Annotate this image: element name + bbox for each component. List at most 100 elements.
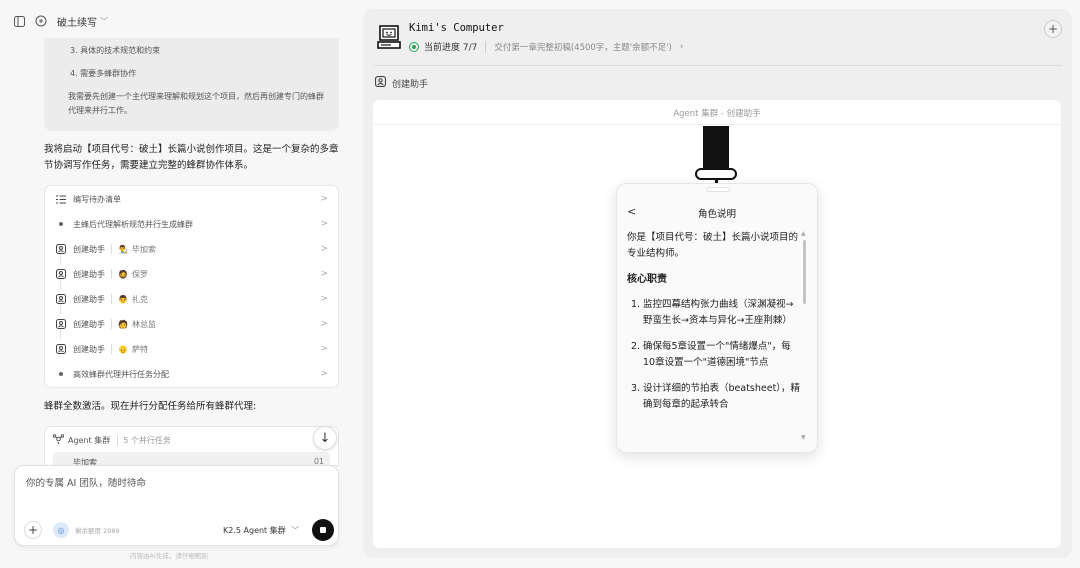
task-label: 创建助手 — [73, 319, 105, 329]
task-row[interactable]: 高效蜂群代理并行任务分配 > — [55, 363, 328, 385]
duty-item: 1. 监控四幕结构张力曲线（深渊凝视→野蛮生长→资本与异化→王座荆棘） — [631, 299, 794, 326]
task-label: 主蜂后代理解析规范并行生成蜂群 — [73, 219, 193, 229]
card-scrollbar[interactable] — [803, 240, 807, 310]
scroll-to-bottom-button[interactable]: ↓ — [313, 426, 337, 450]
canvas-title: Agent 集群 - 创建助手 — [673, 109, 761, 119]
plan-item: 4. 需要多蜂群协作 — [70, 69, 137, 78]
swarm-header: Agent 集群 5 个并行任务 — [45, 427, 338, 446]
task-label: 编写待办清单 — [73, 194, 121, 204]
chevron-right-icon: › — [679, 41, 684, 52]
divider — [373, 65, 1062, 66]
task-row[interactable]: 创建助手 👴 萨特 > — [55, 338, 328, 360]
stop-icon — [320, 527, 326, 533]
chat-title-dropdown[interactable]: 破土续写 ﹀ — [57, 14, 108, 29]
swarm-agent-row[interactable]: 毕加索 01 — [53, 452, 330, 465]
duty-list: 1. 监控四幕结构张力曲线（深渊凝视→野蛮生长→资本与异化→王座荆棘） 2. 确保每… — [627, 297, 801, 413]
divider — [373, 124, 1061, 125]
model-name: K2.5 Agent 集群 — [223, 526, 286, 535]
list-icon — [55, 195, 67, 204]
add-button[interactable]: + — [1044, 20, 1062, 38]
model-selector[interactable]: K2.5 Agent 集群 ﹀ — [223, 525, 299, 536]
stop-button[interactable] — [312, 519, 334, 541]
assistant-icon — [55, 269, 67, 279]
progress-status[interactable]: 当前进度 7/7 交付第一章完整初稿(4500字，主题'余额不足') › — [409, 40, 683, 53]
chevron-right-icon: > — [320, 194, 328, 204]
agent-avatar-icon: 👨 — [118, 294, 128, 304]
agent-swarm-panel[interactable]: Agent 集群 5 个并行任务 毕加索 01 — [44, 426, 339, 466]
task-label: 创建助手 — [73, 269, 105, 279]
task-list: 编写待办清单 > 主蜂后代理解析规范并行生成蜂群 > 创建助手 👨‍🎨 毕加索 … — [44, 185, 339, 388]
duty-item: 2. 确保每5章设置一个"情绪爆点"，每10章设置一个"道德困境"节点 — [631, 341, 791, 368]
duty-item: 3. 设计详细的节拍表（beatsheet），精确到每章的起承转合 — [631, 383, 801, 410]
assistant-icon — [55, 319, 67, 329]
agent-name: 保罗 — [131, 269, 148, 279]
role-card: < 角色说明 你是【项目代号：破土】长篇小说项目的专业结构师。 核心职责 1. 监… — [616, 183, 818, 453]
agent-name: 扎克 — [131, 294, 148, 304]
new-chat-icon[interactable] — [35, 15, 47, 27]
sidebar-toggle-icon[interactable] — [14, 15, 25, 27]
task-row[interactable]: 创建助手 🧑 林总监 > — [55, 313, 328, 335]
breadcrumb: 创建助手 — [375, 76, 428, 90]
computer-title: Kimi's Computer — [409, 22, 504, 34]
assistant-icon — [55, 294, 67, 304]
task-row[interactable]: 创建助手 🧔 保罗 > — [55, 263, 328, 285]
chevron-right-icon: > — [320, 269, 328, 279]
agent-avatar-icon: 🧑 — [118, 319, 128, 329]
thinking-plan-box: 3. 具体的技术规范和约束 4. 需要多蜂群协作 我需要先创建一个主代理来理解和… — [44, 38, 339, 131]
card-body: 你是【项目代号：破土】长篇小说项目的专业结构师。 核心职责 1. 监控四幕结构张力… — [627, 230, 801, 423]
chevron-right-icon: > — [320, 344, 328, 354]
scroll-down-icon[interactable]: ▼ — [801, 434, 806, 441]
ai-disclaimer: 内容由AI生成，请仔细甄别 — [130, 552, 208, 560]
app-root: 破土续写 ﹀ 3. 具体的技术规范和约束 4. 需要多蜂群协作 我需要先创建一个… — [0, 0, 1080, 568]
bullet-dot-icon — [55, 222, 67, 226]
card-heading: 核心职责 — [627, 274, 667, 285]
bullet-dot-icon — [55, 372, 67, 376]
card-notch — [706, 187, 730, 192]
breadcrumb-label: 创建助手 — [392, 79, 429, 90]
task-row[interactable]: 创建助手 👨‍🎨 毕加索 > — [55, 238, 328, 260]
computer-icon — [377, 25, 401, 49]
message-composer[interactable]: 你的专属 AI 团队，随时待命 + ◎ 剩余额度 2989 K2.5 Agent… — [14, 465, 339, 546]
swarm-count: 5 个并行任务 — [117, 434, 171, 446]
chat-title: 破土续写 — [57, 17, 97, 29]
task-label: 创建助手 — [73, 294, 105, 304]
assistant-icon — [55, 244, 67, 254]
arrow-down-icon: ↓ — [319, 430, 331, 446]
quota-indicator: ◎ 剩余额度 2989 — [53, 522, 120, 538]
chevron-right-icon: > — [320, 294, 328, 304]
check-circle-icon — [409, 41, 419, 52]
card-intro: 你是【项目代号：破土】长篇小说项目的专业结构师。 — [627, 232, 799, 259]
chevron-right-icon: > — [320, 244, 328, 254]
swarm-title: Agent 集群 — [68, 435, 111, 445]
task-row[interactable]: 主蜂后代理解析规范并行生成蜂群 > — [55, 213, 328, 235]
plus-icon: + — [27, 523, 39, 537]
task-label: 创建助手 — [73, 244, 105, 254]
scroll-up-icon[interactable]: ▲ — [801, 230, 806, 237]
assistant-message: 蜂群全数激活。现在并行分配任务给所有蜂群代理: — [44, 401, 257, 412]
agent-avatar-icon: 👴 — [118, 344, 128, 354]
agent-name: 林总监 — [131, 319, 156, 329]
progress-label: 当前进度 7/7 — [424, 43, 478, 53]
swarm-icon — [52, 434, 65, 446]
lanyard-clip — [695, 168, 737, 180]
plus-icon: + — [1047, 22, 1059, 36]
chevron-right-icon: > — [320, 369, 328, 379]
chevron-down-icon: ﹀ — [100, 16, 108, 26]
card-title: 角色说明 — [697, 209, 736, 220]
chat-topbar: 破土续写 ﹀ — [14, 12, 108, 30]
attach-button[interactable]: + — [24, 521, 42, 539]
chevron-right-icon: > — [320, 319, 328, 329]
plan-item: 3. 具体的技术规范和约束 — [70, 46, 161, 55]
progress-description: 交付第一章完整初稿(4500字，主题'余额不足') — [485, 40, 672, 53]
agent-avatar-icon: 👨‍🎨 — [118, 244, 128, 254]
agent-name: 毕加索 — [131, 244, 156, 254]
task-row[interactable]: 创建助手 👨 扎克 > — [55, 288, 328, 310]
chat-pane: 破土续写 ﹀ 3. 具体的技术规范和约束 4. 需要多蜂群协作 我需要先创建一个… — [0, 0, 352, 568]
chevron-down-icon: ﹀ — [291, 526, 300, 535]
computer-canvas: Agent 集群 - 创建助手 < 角色说明 你是【项目代号：破土】长篇小说项目… — [373, 100, 1061, 548]
assistant-message: 我将启动【项目代号：破土】长篇小说创作项目。这是一个复杂的多章节协调写作任务，需… — [44, 144, 339, 171]
composer-input[interactable]: 你的专属 AI 团队，随时待命 — [26, 475, 146, 489]
task-row[interactable]: 编写待办清单 > — [55, 188, 328, 210]
assistant-icon — [375, 76, 386, 90]
task-label: 高效蜂群代理并行任务分配 — [73, 369, 169, 379]
